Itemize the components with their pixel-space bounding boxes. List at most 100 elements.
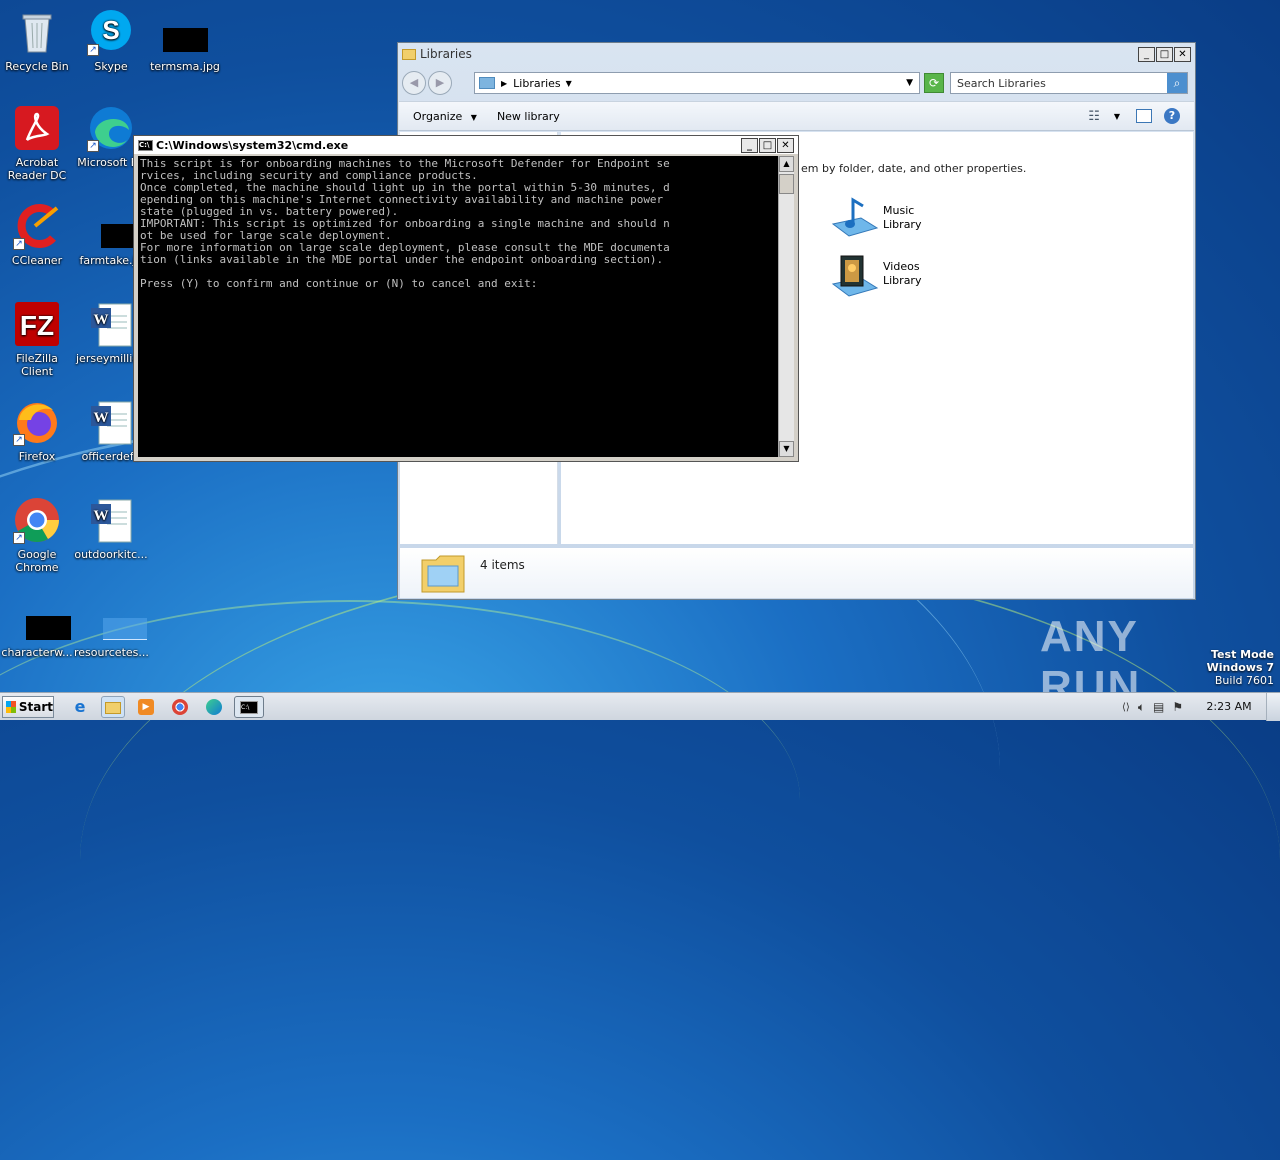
network-icon[interactable]: ▤ (1153, 700, 1164, 714)
desktop-icon-label: resourcetes... (74, 646, 149, 659)
maximize-button[interactable]: □ (759, 137, 776, 153)
ccleaner-icon: ↗ (13, 202, 61, 250)
desktop-icon-outdoorkitc[interactable]: W outdoorkitc... (74, 496, 148, 561)
cmd-scrollbar[interactable]: ▲ ▼ (778, 156, 794, 457)
recycle-bin-icon (13, 8, 61, 56)
library-name: Music (883, 204, 915, 217)
search-box[interactable]: Search Libraries ⌕ (950, 72, 1188, 94)
minimize-button[interactable]: _ (1138, 46, 1155, 62)
new-library-button[interactable]: New library (497, 110, 560, 123)
chrome-taskbar-icon[interactable] (168, 696, 192, 718)
desktop-icon-recycle-bin[interactable]: Recycle Bin (0, 8, 74, 73)
desktop-icon-termsma[interactable]: termsma.jpg (148, 8, 222, 73)
chrome-icon: ↗ (13, 496, 61, 544)
folder-icon (402, 48, 416, 60)
navigation-bar: ◀ ▶ ▶ Libraries ▼ ▼ ⟳ Search Libraries ⌕ (402, 69, 1191, 97)
shortcut-arrow-icon: ↗ (13, 434, 25, 446)
word-document-icon: W (87, 496, 135, 544)
desktop-icon-firefox[interactable]: ↗ Firefox (0, 398, 74, 463)
desktop-icon-label: Firefox (18, 450, 56, 463)
shortcut-arrow-icon: ↗ (13, 532, 25, 544)
clock[interactable]: 2:23 AM (1200, 700, 1258, 713)
file-icon (87, 594, 147, 642)
close-button[interactable]: ✕ (1174, 46, 1191, 62)
skype-icon: S ↗ (87, 8, 135, 56)
start-button[interactable]: Start (2, 696, 54, 718)
search-input[interactable]: Search Libraries (951, 77, 1167, 90)
show-desktop-button[interactable] (1266, 693, 1280, 721)
videos-library-icon (831, 250, 879, 298)
forward-button[interactable]: ▶ (428, 71, 452, 95)
scroll-thumb[interactable] (779, 174, 794, 194)
desktop-icon-chrome[interactable]: ↗ Google Chrome (0, 496, 74, 574)
desktop-icon-skype[interactable]: S ↗ Skype (74, 8, 148, 73)
view-options-icon[interactable]: ☷ (1088, 109, 1100, 124)
close-button[interactable]: ✕ (777, 137, 794, 153)
scroll-up-icon[interactable]: ▲ (779, 156, 794, 172)
address-bar[interactable]: ▶ Libraries ▼ ▼ (474, 72, 920, 94)
desktop-icon-label: Recycle Bin (5, 60, 69, 73)
minimize-button[interactable]: _ (741, 137, 758, 153)
svg-text:S: S (102, 15, 119, 45)
help-icon[interactable]: ? (1164, 108, 1180, 124)
chevron-down-icon[interactable]: ▼ (566, 79, 572, 88)
command-bar: Organize ▼ New library ☷ ▼ ? (399, 101, 1194, 131)
desktop-icon-label: FileZilla Client (16, 352, 58, 378)
maximize-button[interactable]: □ (1156, 46, 1173, 62)
image-file-icon (87, 202, 135, 250)
console-output[interactable]: This script is for onboarding machines t… (138, 156, 778, 457)
cmd-taskbar-icon[interactable]: C:\ (234, 696, 264, 718)
test-mode-text: Test Mode Windows 7 Build 7601 (1206, 648, 1274, 687)
scroll-down-icon[interactable]: ▼ (779, 441, 794, 457)
word-document-icon: W (87, 398, 135, 446)
library-type: Library (883, 218, 922, 231)
details-pane: 4 items (400, 548, 1193, 598)
file-icon (13, 594, 71, 642)
console-prompt: Press (Y) to confirm and continue or (N)… (140, 277, 538, 290)
shortcut-arrow-icon: ↗ (87, 44, 99, 56)
explorer-titlebar[interactable]: Libraries _ □ ✕ (398, 43, 1195, 65)
desktop-icon-label: termsma.jpg (150, 60, 220, 73)
ie-icon[interactable]: e (68, 696, 92, 718)
breadcrumb-chevron-icon[interactable]: ▶ (501, 79, 507, 88)
desktop-icon-label: CCleaner (11, 254, 63, 267)
shortcut-arrow-icon: ↗ (13, 238, 25, 250)
firefox-icon: ↗ (13, 398, 61, 446)
library-item-videos[interactable]: Videos Library (831, 250, 921, 298)
address-dropdown-icon[interactable]: ▼ (906, 78, 913, 88)
back-button[interactable]: ◀ (402, 71, 426, 95)
cmd-titlebar[interactable]: C:\ C:\Windows\system32\cmd.exe _ □ ✕ (134, 136, 798, 154)
breadcrumb-libraries[interactable]: Libraries (513, 77, 561, 90)
chevron-down-icon[interactable]: ▼ (1114, 112, 1120, 121)
media-player-icon[interactable]: ▶ (134, 696, 158, 718)
tray-expand-icon[interactable]: ⟨⟩ (1122, 702, 1130, 713)
preview-pane-icon[interactable] (1136, 109, 1152, 123)
windows-logo-icon (6, 701, 16, 713)
action-center-flag-icon[interactable]: ⚑ (1172, 700, 1183, 714)
libraries-icon (479, 77, 495, 89)
svg-text:W: W (94, 312, 109, 328)
edge-icon: ↗ (87, 104, 135, 152)
desktop-icon-label: Google Chrome (15, 548, 59, 574)
desktop-icon-acrobat[interactable]: Acrobat Reader DC (0, 104, 74, 182)
volume-icon[interactable]: 🔈︎ (1138, 700, 1145, 715)
cmd-window[interactable]: C:\ C:\Windows\system32\cmd.exe _ □ ✕ Th… (133, 135, 799, 462)
explorer-taskbar-icon[interactable] (101, 696, 125, 718)
organize-menu[interactable]: Organize ▼ (413, 110, 477, 123)
desktop-icon-filezilla[interactable]: FZ FileZilla Client (0, 300, 74, 378)
search-icon[interactable]: ⌕ (1167, 73, 1187, 93)
desktop-icon-label: characterw... (1, 646, 73, 659)
desktop-icon-characterw[interactable]: characterw... (0, 594, 74, 659)
desktop-icon-resourcetes[interactable]: resourcetes... (74, 594, 149, 659)
filezilla-icon: FZ (13, 300, 61, 348)
svg-text:W: W (94, 508, 109, 524)
system-tray: ⟨⟩ 🔈︎ ▤ ⚑ (1122, 693, 1183, 721)
desktop-icon-ccleaner[interactable]: ↗ CCleaner (0, 202, 74, 267)
library-name: Videos (883, 260, 920, 273)
refresh-button[interactable]: ⟳ (924, 73, 944, 93)
window-title: Libraries (420, 47, 472, 61)
music-library-icon (831, 194, 879, 242)
library-item-music[interactable]: Music Library (831, 194, 921, 242)
edge-taskbar-icon[interactable] (202, 696, 226, 718)
desktop-icon-label: Acrobat Reader DC (7, 156, 67, 182)
